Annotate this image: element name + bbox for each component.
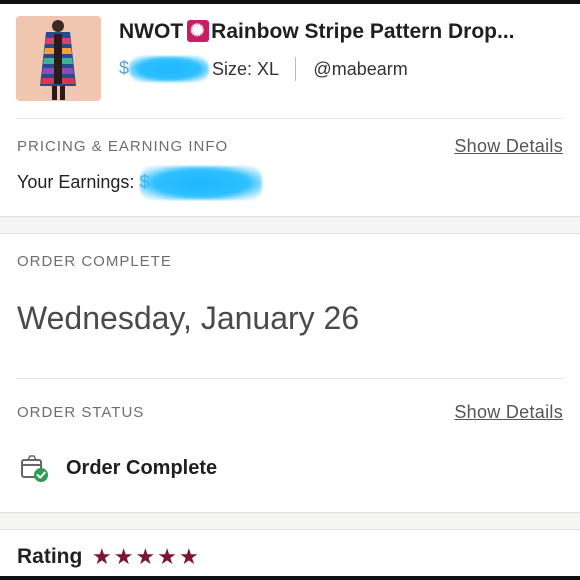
listing-title-rest: Rainbow Stripe Pattern Drop... bbox=[211, 20, 515, 43]
earnings-label: Your Earnings: bbox=[17, 172, 135, 192]
listing-summary[interactable]: NWOT Rainbow Stripe Pattern Drop... $ Siz… bbox=[16, 16, 564, 102]
seller-handle[interactable]: @mabearm bbox=[313, 59, 407, 79]
status-show-details-link[interactable]: Show Details bbox=[454, 402, 563, 423]
rating-label: Rating bbox=[17, 545, 83, 568]
listing-title-prefix: NWOT bbox=[119, 20, 184, 43]
order-status-text: Order Complete bbox=[66, 457, 218, 479]
pricing-show-details-link[interactable]: Show Details bbox=[454, 136, 563, 157]
bottom-frame-edge bbox=[0, 576, 580, 580]
star-icon[interactable]: ★ bbox=[179, 544, 200, 570]
rating-stars[interactable]: ★★★★★ bbox=[92, 544, 201, 570]
section-separator bbox=[0, 512, 580, 530]
star-icon[interactable]: ★ bbox=[92, 544, 113, 570]
star-icon[interactable]: ★ bbox=[135, 544, 156, 570]
earnings-redaction-blur bbox=[140, 166, 262, 200]
star-icon[interactable]: ★ bbox=[157, 544, 178, 570]
order-complete-date: Wednesday, January 26 bbox=[17, 300, 360, 336]
divider bbox=[16, 378, 564, 379]
section-separator bbox=[0, 216, 580, 234]
pricing-section-label: PRICING & EARNING INFO bbox=[17, 138, 229, 155]
listing-title[interactable]: NWOT Rainbow Stripe Pattern Drop... bbox=[119, 20, 564, 44]
star-icon[interactable]: ★ bbox=[114, 544, 135, 570]
package-check-icon bbox=[20, 455, 50, 483]
meta-divider bbox=[295, 57, 297, 81]
price-symbol: $ bbox=[119, 58, 130, 78]
listing-thumbnail[interactable] bbox=[16, 16, 101, 101]
sparkle-emoji-icon bbox=[187, 20, 210, 42]
price-redaction-blur bbox=[129, 56, 209, 82]
order-complete-label: ORDER COMPLETE bbox=[17, 253, 172, 270]
listing-price-redacted: $ bbox=[119, 56, 209, 82]
listing-meta: $ Size: XL @mabearm bbox=[119, 56, 408, 82]
earnings-row: Your Earnings: $ bbox=[17, 172, 149, 193]
size-text: Size: XL bbox=[212, 59, 279, 79]
cardigan-photo bbox=[16, 16, 101, 101]
top-frame-edge bbox=[0, 0, 580, 4]
order-status-label: ORDER STATUS bbox=[17, 404, 145, 421]
divider bbox=[16, 118, 564, 119]
